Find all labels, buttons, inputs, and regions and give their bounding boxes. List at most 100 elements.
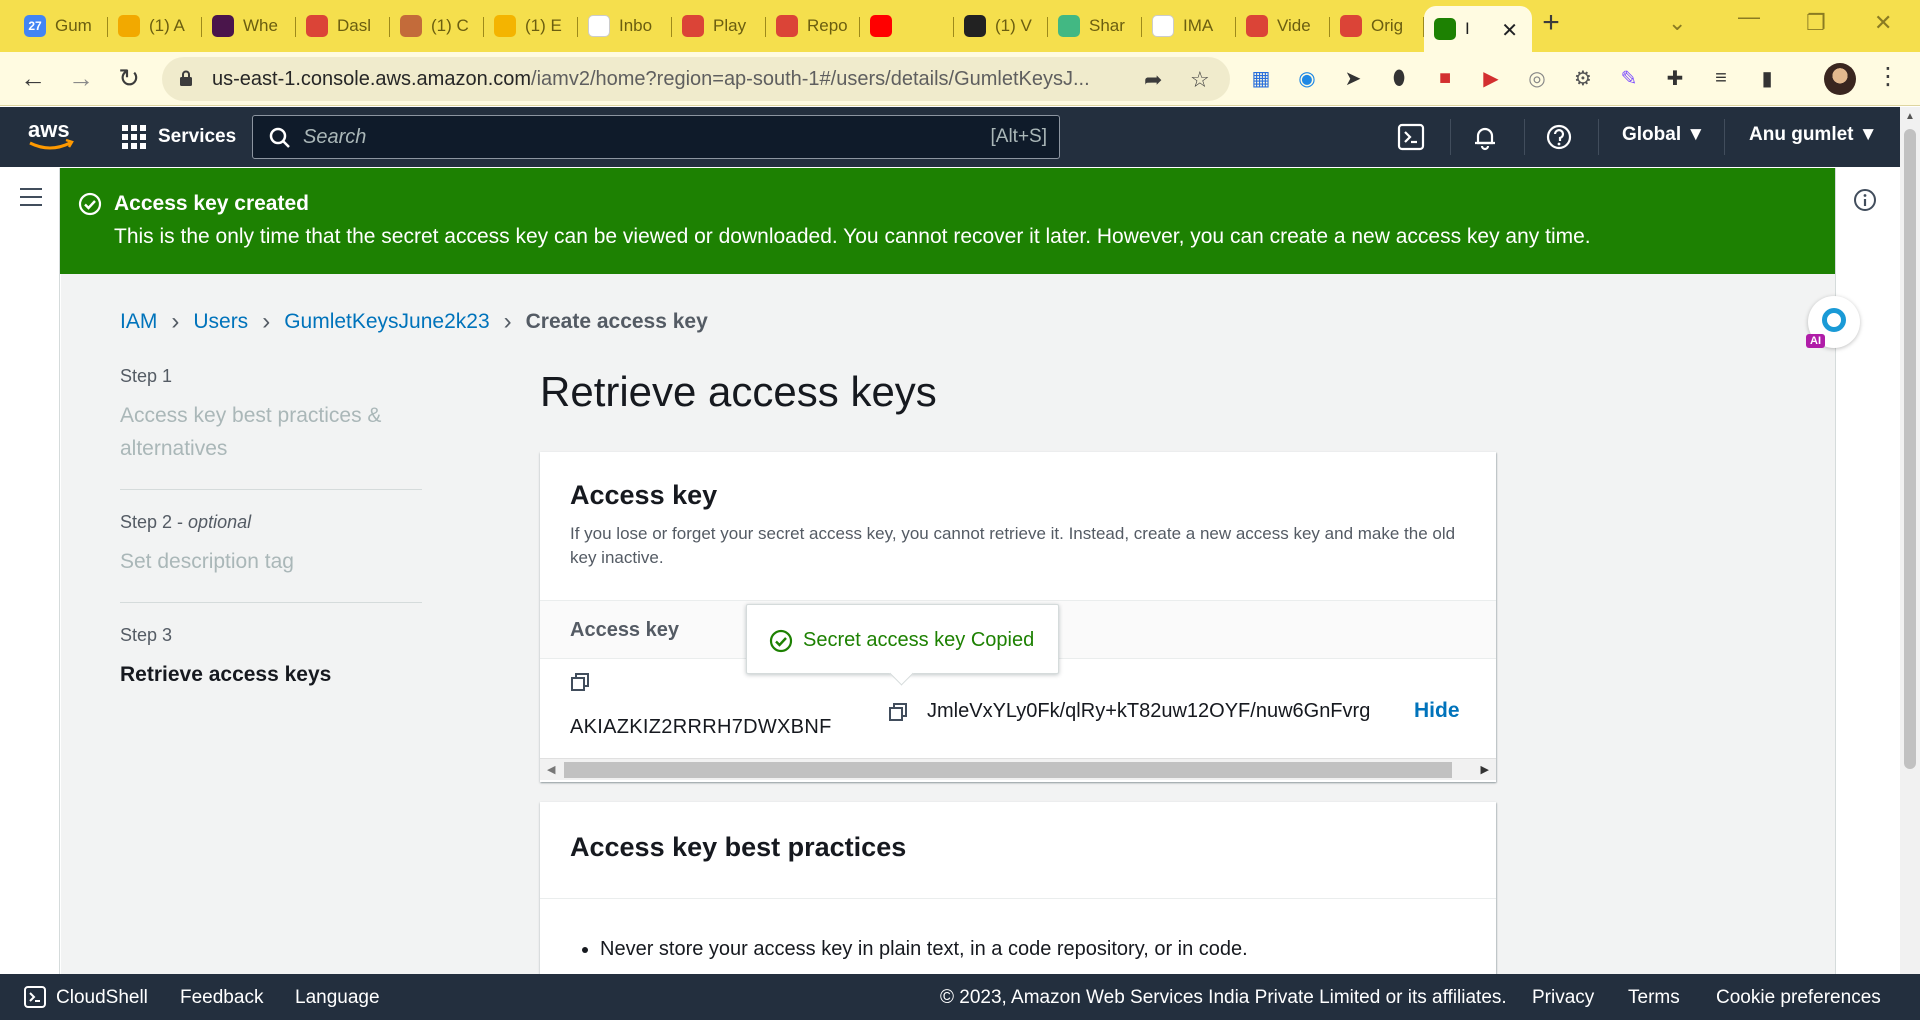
puzzle-gear-icon[interactable]: ⚙ bbox=[1570, 65, 1596, 91]
footer-privacy-link[interactable]: Privacy bbox=[1532, 987, 1594, 1009]
browser-tab[interactable]: (1) E bbox=[484, 6, 578, 46]
feather-icon[interactable]: ✎ bbox=[1616, 65, 1642, 91]
page-title: Retrieve access keys bbox=[540, 368, 937, 415]
breadcrumb-user[interactable]: GumletKeysJune2k23 bbox=[284, 310, 489, 334]
back-button[interactable]: ← bbox=[18, 64, 48, 92]
footer-language-link[interactable]: Language bbox=[295, 987, 380, 1009]
scroll-right-arrow-icon[interactable]: ▶ bbox=[1481, 763, 1489, 776]
scroll-up-arrow-icon[interactable]: ▲ bbox=[1905, 111, 1915, 122]
footer-cloudshell-link[interactable]: CloudShell bbox=[56, 987, 148, 1009]
window-close-icon[interactable]: ✕ bbox=[1874, 10, 1892, 36]
tab-title: (1) C bbox=[431, 16, 469, 35]
success-check-icon bbox=[769, 629, 793, 653]
tab-search-icon[interactable]: ⌄ bbox=[1668, 10, 1686, 36]
hide-secret-button[interactable]: Hide bbox=[1414, 699, 1460, 723]
share-icon[interactable]: ➦ bbox=[1144, 67, 1162, 93]
search-icon bbox=[269, 127, 290, 148]
footer-feedback-link[interactable]: Feedback bbox=[180, 987, 263, 1009]
browser-tab[interactable]: Orig bbox=[1330, 6, 1424, 46]
horizontal-scroll-thumb[interactable] bbox=[564, 762, 1452, 778]
help-icon[interactable] bbox=[1544, 122, 1574, 152]
best-practices-panel: Access key best practices Never store yo… bbox=[540, 802, 1496, 974]
record-icon[interactable]: ■ bbox=[1432, 65, 1458, 91]
breadcrumb-current: Create access key bbox=[525, 310, 708, 333]
browser-tab[interactable]: Vide bbox=[1236, 6, 1330, 46]
footer-cookie-preferences-link[interactable]: Cookie preferences bbox=[1716, 987, 1881, 1009]
footer-terms-link[interactable]: Terms bbox=[1628, 987, 1680, 1009]
region-selector[interactable]: Global ▼ bbox=[1622, 124, 1705, 146]
star-icon bbox=[494, 15, 516, 37]
new-tab-button[interactable]: + bbox=[1536, 8, 1566, 39]
playlist-icon[interactable]: ≡ bbox=[1708, 65, 1734, 91]
calendar-icon: 27 bbox=[24, 15, 46, 37]
breadcrumb-users[interactable]: Users bbox=[193, 310, 248, 334]
ai-assistant-button[interactable]: AI bbox=[1806, 296, 1860, 348]
m-extension-icon[interactable]: ▦ bbox=[1248, 65, 1274, 91]
minimize-icon[interactable]: — bbox=[1738, 4, 1760, 30]
address-bar[interactable]: us-east-1.console.aws.amazon.com/iamv2/h… bbox=[162, 57, 1230, 101]
aws-footer: CloudShell Feedback Language © 2023, Ama… bbox=[0, 974, 1920, 1020]
browser-tab[interactable]: (1) C bbox=[390, 6, 484, 46]
camera-icon[interactable]: ◎ bbox=[1524, 65, 1550, 91]
browser-tab[interactable]: 27 Gum bbox=[14, 6, 108, 46]
browser-tab[interactable]: Repo bbox=[766, 6, 860, 46]
notifications-bell-icon[interactable] bbox=[1470, 122, 1500, 152]
restore-icon[interactable]: ❐ bbox=[1806, 10, 1826, 36]
horizontal-scrollbar[interactable]: ◀ ▶ bbox=[540, 758, 1496, 780]
chrome-icon bbox=[1246, 15, 1268, 37]
account-menu[interactable]: Anu gumlet ▼ bbox=[1749, 124, 1878, 146]
tab-close-icon[interactable]: ✕ bbox=[1501, 18, 1518, 43]
copied-message: Secret access key Copied bbox=[803, 629, 1035, 651]
chrome-icon bbox=[682, 15, 704, 37]
hamburger-menu-icon[interactable] bbox=[20, 188, 42, 206]
forward-button[interactable]: → bbox=[66, 64, 96, 92]
browser-tab[interactable]: Play bbox=[672, 6, 766, 46]
access-key-id: AKIAZKIZ2RRRH7DWXBNF bbox=[570, 716, 832, 738]
wizard-step-2: Step 2 - optional Set description tag bbox=[120, 512, 422, 603]
profile-avatar[interactable] bbox=[1824, 63, 1856, 95]
page-scrollbar[interactable]: ▲ bbox=[1900, 107, 1920, 974]
footer-copyright: © 2023, Amazon Web Services India Privat… bbox=[940, 987, 1507, 1008]
scrollbar-thumb[interactable] bbox=[1904, 129, 1916, 769]
step-name[interactable]: Access key best practices & alternatives bbox=[120, 399, 422, 465]
browser-tab[interactable]: Inbo bbox=[578, 6, 672, 46]
screencast-icon[interactable]: ◉ bbox=[1294, 65, 1320, 91]
services-menu-button[interactable]: Services bbox=[122, 121, 236, 153]
person-icon bbox=[400, 15, 422, 37]
video-icon[interactable]: ▶ bbox=[1478, 65, 1504, 91]
tab-title: Orig bbox=[1371, 16, 1404, 35]
lock-icon bbox=[180, 70, 192, 86]
browser-tab[interactable]: Dasl bbox=[296, 6, 390, 46]
copy-access-key-icon[interactable] bbox=[570, 672, 590, 692]
browser-tab-active[interactable]: I ✕ bbox=[1424, 6, 1532, 52]
aws-logo[interactable]: aws bbox=[26, 117, 76, 155]
send-icon[interactable]: ➤ bbox=[1340, 65, 1366, 91]
disk-icon[interactable]: ⬮ bbox=[1386, 65, 1412, 91]
gmail-icon bbox=[588, 15, 610, 37]
cloudshell-icon bbox=[24, 986, 46, 1008]
reload-button[interactable]: ↻ bbox=[114, 64, 144, 92]
tab-title: Repo bbox=[807, 16, 848, 35]
browser-tab[interactable] bbox=[860, 6, 954, 46]
scroll-left-arrow-icon[interactable]: ◀ bbox=[547, 763, 555, 776]
chevron-right-icon: › bbox=[171, 308, 180, 335]
bolt-icon bbox=[118, 15, 140, 37]
browser-menu-icon[interactable]: ⋮ bbox=[1876, 62, 1900, 91]
browser-tab[interactable]: Whe bbox=[202, 6, 296, 46]
puzzle-icon[interactable]: ✚ bbox=[1662, 65, 1688, 91]
cloudshell-icon[interactable] bbox=[1396, 122, 1426, 152]
browser-tab[interactable]: (1) V bbox=[954, 6, 1048, 46]
step-name[interactable]: Set description tag bbox=[120, 545, 422, 578]
tab-title: I bbox=[1465, 19, 1470, 38]
browser-tab[interactable]: (1) A bbox=[108, 6, 202, 46]
bookmark-star-icon[interactable]: ☆ bbox=[1190, 67, 1210, 93]
breadcrumb-iam[interactable]: IAM bbox=[120, 310, 157, 334]
info-icon[interactable] bbox=[1853, 188, 1877, 212]
copy-secret-key-icon[interactable] bbox=[888, 702, 908, 722]
wizard-steps: Step 1 Access key best practices & alter… bbox=[120, 366, 422, 737]
aws-search-input[interactable]: Search [Alt+S] bbox=[252, 115, 1060, 159]
browser-tab[interactable]: Shar bbox=[1048, 6, 1142, 46]
success-flash-banner: Access key created This is the only time… bbox=[60, 168, 1835, 274]
sidepanel-icon[interactable]: ▮ bbox=[1754, 65, 1780, 91]
browser-tab[interactable]: IMA bbox=[1142, 6, 1236, 46]
